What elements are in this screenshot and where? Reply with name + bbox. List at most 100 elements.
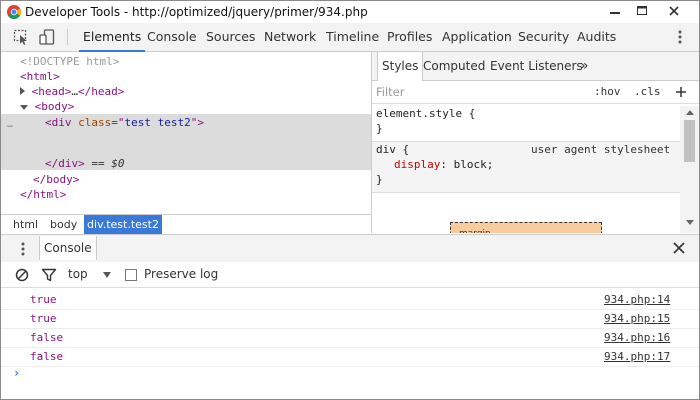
styles-tab-bar: Styles Computed Event Listeners » — [372, 52, 699, 81]
elements-dom-tree: … <!DOCTYPE html> <html> <head>…</head> … — [1, 52, 371, 214]
box-model-margin: margin — [450, 222, 602, 233]
preserve-log-label[interactable]: Preserve log — [144, 262, 218, 287]
dom-div-open[interactable]: <div class="test test2"> — [45, 115, 204, 130]
div-close-tag: </div> — [45, 157, 85, 170]
console-prompt-input[interactable]: › — [13, 366, 20, 380]
drawer-tab-console[interactable]: Console — [39, 236, 97, 260]
dom-doctype[interactable]: <!DOCTYPE html> — [20, 54, 119, 69]
console-message-source-link[interactable]: 934.php:16 — [604, 328, 670, 347]
div-eq-marker: == — [91, 157, 105, 170]
html-open-tag: <html> — [20, 70, 60, 83]
more-options-icon[interactable] — [676, 29, 684, 45]
styles-filter-input[interactable]: Filter — [376, 81, 404, 103]
element-style-close-brace: } — [376, 122, 383, 135]
ua-prop-name: display — [394, 158, 441, 171]
new-style-rule-icon[interactable] — [674, 84, 688, 100]
close-drawer-icon[interactable] — [673, 242, 685, 254]
breadcrumb: html body div.test.test2 — [1, 214, 371, 234]
div-open-tag: <div — [45, 116, 72, 129]
html-close-tag: </html> — [20, 188, 67, 201]
tab-console[interactable]: Console — [147, 23, 197, 51]
console-messages: true 934.php:14 true 934.php:15 false 93… — [1, 290, 699, 398]
head-close-tag: </head> — [78, 85, 125, 98]
console-message-source-link[interactable]: 934.php:14 — [604, 290, 670, 309]
minimize-icon[interactable] — [603, 3, 627, 19]
ua-div-rule[interactable]: div { user agent stylesheet display: blo… — [372, 142, 680, 193]
ua-div-selector: div { — [376, 143, 410, 156]
console-message-value: true — [30, 312, 57, 325]
tab-computed[interactable]: Computed — [423, 52, 485, 80]
breadcrumb-body[interactable]: body — [50, 215, 77, 234]
close-window-icon[interactable] — [657, 3, 691, 19]
dom-head[interactable]: <head>…</head> — [20, 84, 124, 99]
element-style-selector: element.style { — [376, 107, 476, 120]
div-attr-end: "> — [190, 116, 204, 129]
context-dropdown-icon[interactable] — [103, 272, 111, 278]
clear-console-icon[interactable] — [15, 268, 29, 282]
ua-stylesheet-label: user agent stylesheet — [531, 143, 671, 156]
selection-dots[interactable]: … — [7, 119, 14, 130]
scroll-up-icon[interactable] — [686, 110, 694, 115]
div-attr-name: class — [78, 116, 112, 129]
cls-toggle[interactable]: .cls — [634, 81, 661, 103]
title-bar: Developer Tools - http://optimized/jquer… — [1, 1, 699, 23]
console-message-source-link[interactable]: 934.php:15 — [604, 309, 670, 328]
tab-security[interactable]: Security — [518, 23, 569, 51]
dom-div-close[interactable]: </div> == $0 — [45, 156, 125, 171]
dom-html-open[interactable]: <html> — [20, 69, 60, 84]
div-attr-eq: =" — [111, 116, 125, 129]
styles-scrollbar[interactable] — [680, 106, 699, 233]
devtools-window: Developer Tools - http://optimized/jquer… — [0, 0, 700, 400]
ua-div-close-brace: } — [376, 173, 383, 186]
tab-event-listeners[interactable]: Event Listeners — [490, 52, 583, 80]
chrome-logo-icon — [7, 5, 21, 19]
tab-timeline[interactable]: Timeline — [326, 23, 379, 51]
body-close-tag: </body> — [33, 173, 80, 186]
head-open-tag: <head> — [31, 85, 72, 98]
scrollbar-thumb[interactable] — [684, 120, 695, 162]
breadcrumb-active-div[interactable]: div.test.test2 — [84, 215, 162, 234]
tab-network[interactable]: Network — [264, 23, 316, 51]
collapse-body-icon[interactable] — [20, 105, 28, 110]
drawer-menu-icon[interactable] — [19, 241, 27, 257]
console-message-value: false — [30, 350, 64, 363]
tab-application[interactable]: Application — [442, 23, 512, 51]
window-title: Developer Tools - http://optimized/jquer… — [25, 5, 368, 19]
drawer-tab-bar: Console — [1, 234, 699, 263]
toolbar-separator — [67, 29, 68, 45]
maximize-icon[interactable] — [630, 3, 654, 19]
ua-prop-sep: : — [440, 158, 454, 171]
console-message: false 934.php:16 — [1, 328, 699, 348]
body-open-tag: <body> — [34, 100, 75, 113]
console-message-source-link[interactable]: 934.php:17 — [604, 347, 670, 366]
preserve-log-checkbox[interactable] — [125, 269, 137, 281]
device-toolbar-icon[interactable] — [39, 29, 57, 45]
div-attr-value: test test2 — [124, 116, 191, 129]
expand-head-icon[interactable] — [20, 87, 25, 95]
tab-sources[interactable]: Sources — [206, 23, 255, 51]
context-selector[interactable]: top — [68, 262, 88, 287]
breadcrumb-html[interactable]: html — [13, 215, 38, 234]
devtools-tab-bar: Elements Console Sources Network Timelin… — [1, 23, 699, 52]
dom-body-close[interactable]: </body> — [33, 172, 79, 187]
tab-profiles[interactable]: Profiles — [387, 23, 432, 51]
dom-body-open[interactable]: <body> — [20, 99, 74, 114]
ua-prop-value: block; — [453, 158, 494, 171]
div-dollar-marker: $0 — [111, 157, 125, 170]
styles-sidebar: Styles Computed Event Listeners » Filter… — [372, 52, 699, 233]
tab-audits[interactable]: Audits — [577, 23, 616, 51]
tab-styles[interactable]: Styles — [377, 52, 424, 81]
styles-filter-row: Filter :hov .cls — [372, 81, 699, 104]
console-message: false 934.php:17 — [1, 347, 699, 367]
console-toolbar: top Preserve log — [1, 262, 699, 288]
filter-icon[interactable] — [41, 268, 57, 282]
more-tabs-icon[interactable]: » — [580, 52, 589, 80]
scroll-down-icon[interactable] — [686, 220, 694, 225]
element-style-rule[interactable]: element.style { } — [372, 106, 680, 142]
inspect-element-icon[interactable] — [13, 29, 31, 45]
dom-html-close[interactable]: </html> — [20, 187, 66, 202]
head-ellipsis: … — [71, 85, 78, 98]
console-message-value: true — [30, 293, 57, 306]
hov-toggle[interactable]: :hov — [594, 81, 621, 103]
tab-elements[interactable]: Elements — [78, 23, 146, 52]
